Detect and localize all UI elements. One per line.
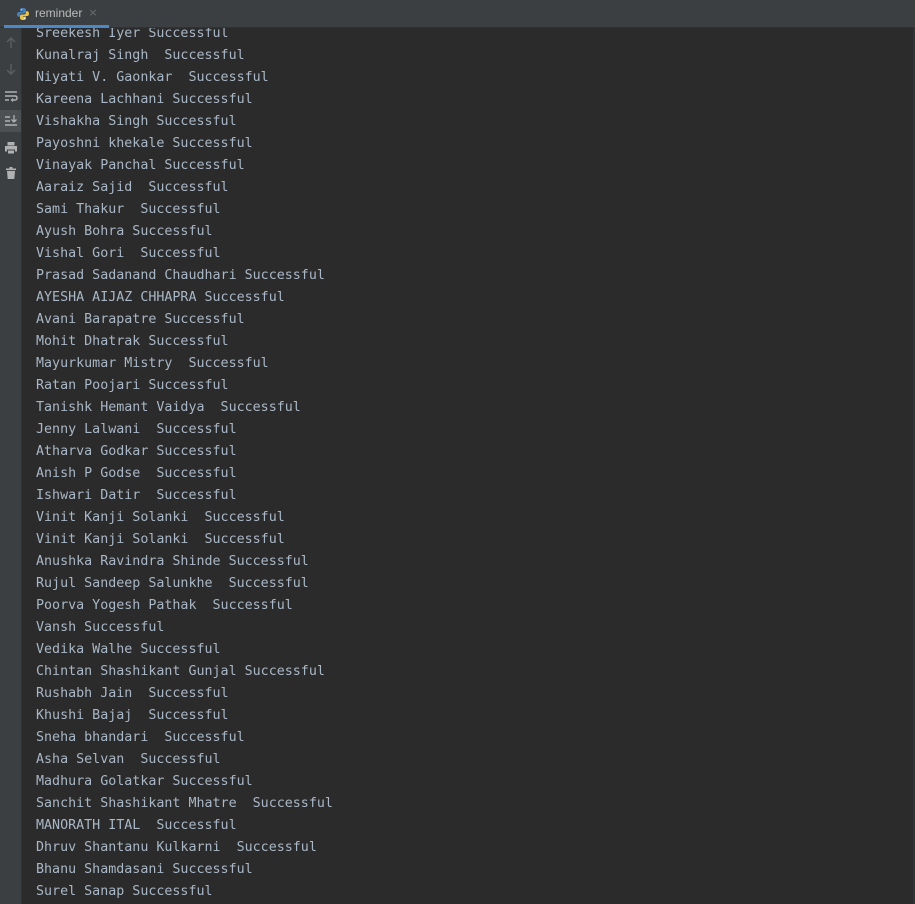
console-line: Vishal Gori Successful (36, 246, 221, 261)
console-line: Mayurkumar Mistry Successful (36, 356, 269, 371)
console-line: Prasad Sadanand Chaudhari Successful (36, 268, 325, 283)
console-line: Niyati V. Gaonkar Successful (36, 70, 269, 85)
console-line: Rujul Sandeep Salunkhe Successful (36, 576, 309, 591)
console-lines: Sreekesh Iyer Successful Kunalraj Singh S… (36, 28, 333, 903)
console-line: Bhanu Shamdasani Successful (36, 862, 253, 877)
console-line: Aaraiz Sajid Successful (36, 180, 229, 195)
console-line: Madhura Golatkar Successful (36, 774, 253, 789)
console-line: Anushka Ravindra Shinde Successful (36, 554, 309, 569)
console-line: Surel Sanap Successful (36, 884, 213, 899)
console-line: MANORATH ITAL Successful (36, 818, 237, 833)
console-line: Ayush Bohra Successful (36, 224, 213, 239)
python-icon (16, 6, 30, 20)
console-line: Poorva Yogesh Pathak Successful (36, 598, 293, 613)
console-line: Anish P Godse Successful (36, 466, 237, 481)
tab-title: reminder (35, 5, 83, 20)
console-line: Sneha bhandari Successful (36, 730, 245, 745)
console-toolbar (0, 28, 22, 904)
console-line: Ishwari Datir Successful (36, 488, 237, 503)
console-line: Vishakha Singh Successful (36, 114, 237, 129)
console-line: Vinit Kanji Solanki Successful (36, 510, 285, 525)
console-line: Mohit Dhatrak Successful (36, 334, 229, 349)
console-line: Sanchit Shashikant Mhatre Successful (36, 796, 333, 811)
close-icon[interactable]: × (88, 6, 97, 19)
console-line: Vinayak Panchal Successful (36, 158, 245, 173)
console-output[interactable]: Sreekesh Iyer Successful Kunalraj Singh S… (22, 28, 915, 904)
console-line: Sreekesh Iyer Successful (36, 28, 229, 41)
scroll-to-end-icon[interactable] (0, 110, 21, 132)
console-line: Khushi Bajaj Successful (36, 708, 229, 723)
console-line: Tanishk Hemant Vaidya Successful (36, 400, 301, 415)
console-line: Payoshni khekale Successful (36, 136, 253, 151)
console-line: Kunalraj Singh Successful (36, 48, 245, 63)
console-line: Ratan Poojari Successful (36, 378, 229, 393)
console-line: Atharva Godkar Successful (36, 444, 237, 459)
up-arrow-icon[interactable] (0, 32, 21, 54)
console-line: Asha Selvan Successful (36, 752, 221, 767)
console-line: AYESHA AIJAZ CHHAPRA Successful (36, 290, 285, 305)
console-line: Avani Barapatre Successful (36, 312, 245, 327)
console-line: Chintan Shashikant Gunjal Successful (36, 664, 325, 679)
tab-bar: reminder × (0, 0, 915, 28)
console-line: Vansh Successful (36, 620, 165, 635)
console-line: Dhruv Shantanu Kulkarni Successful (36, 840, 317, 855)
soft-wrap-icon[interactable] (0, 85, 21, 107)
console-line: Sami Thakur Successful (36, 202, 221, 217)
trash-icon[interactable] (0, 162, 21, 184)
down-arrow-icon[interactable] (0, 58, 21, 80)
tab-reminder[interactable]: reminder × (4, 0, 109, 28)
console-line: Kareena Lachhani Successful (36, 92, 253, 107)
console-line: Jenny Lalwani Successful (36, 422, 237, 437)
console-line: Rushabh Jain Successful (36, 686, 229, 701)
console-line: Vedika Walhe Successful (36, 642, 221, 657)
console-line: Vinit Kanji Solanki Successful (36, 532, 285, 547)
print-icon[interactable] (0, 137, 21, 159)
